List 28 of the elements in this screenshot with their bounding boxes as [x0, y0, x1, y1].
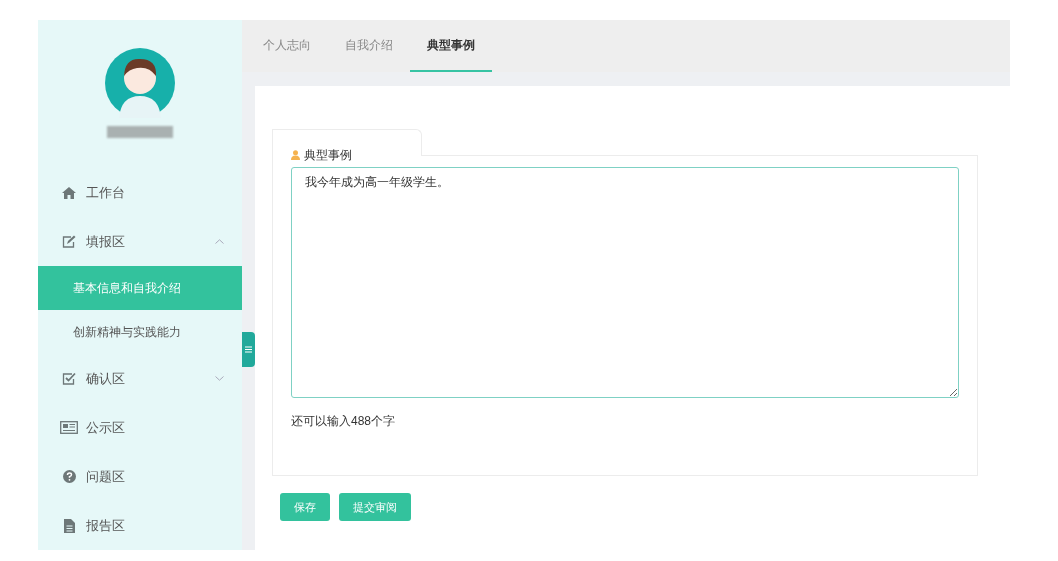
submenu-item[interactable]: 创新精神与实践能力: [38, 310, 242, 354]
section-title: 典型事例: [304, 147, 352, 164]
menu-item[interactable]: 问题区: [38, 452, 242, 501]
checkbox-icon: [62, 372, 76, 385]
menu-label: 公示区: [86, 418, 125, 437]
document-icon: [63, 518, 75, 533]
blurred-name: [107, 126, 173, 138]
menu-item[interactable]: 报告区: [38, 501, 242, 550]
tab[interactable]: 典型事例: [410, 20, 492, 72]
menu-label: 问题区: [86, 467, 125, 486]
user-icon: [291, 150, 300, 160]
menu-item[interactable]: 填报区: [38, 217, 242, 266]
menu-label: 填报区: [86, 232, 125, 251]
menu-icon: [245, 346, 252, 353]
newspaper-icon: [60, 421, 78, 434]
home-icon: [62, 186, 76, 199]
menu-item[interactable]: 确认区: [38, 354, 242, 403]
question-icon: [62, 470, 76, 483]
collapse-handle[interactable]: [242, 332, 255, 367]
menu-item[interactable]: 公示区: [38, 403, 242, 452]
text-area[interactable]: 我今年成为高一年级学生。: [291, 167, 959, 398]
edit-icon: [62, 235, 76, 248]
character-counter: 还可以输入488个字: [291, 414, 396, 428]
menu-label: 报告区: [86, 516, 125, 535]
menu-label: 工作台: [86, 183, 125, 202]
avatar: [105, 48, 175, 118]
menu-label: 确认区: [86, 369, 125, 388]
menu-item[interactable]: 工作台: [38, 168, 242, 217]
